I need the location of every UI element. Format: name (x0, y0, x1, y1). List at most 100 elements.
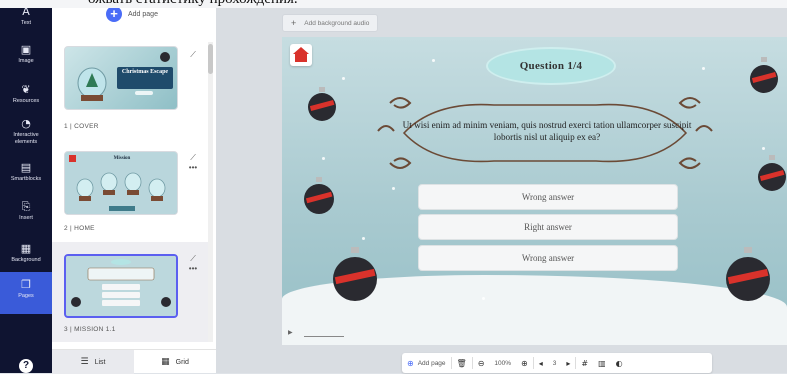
answer-option[interactable]: Wrong answer (418, 184, 678, 210)
cover-thumbnail-art (77, 52, 173, 101)
rail-item-label: Image (18, 58, 34, 64)
interactive-icon: ◔ (21, 117, 31, 130)
ornament-decoration (308, 87, 336, 121)
insert-icon: ⎘ (21, 200, 31, 213)
plus-circle-icon: ⊕ (407, 358, 414, 368)
snowflake (432, 59, 435, 62)
add-page-label: Add page (128, 10, 158, 18)
slide-canvas[interactable]: Question 1/4 Ut wisi enim ad minim venia… (282, 37, 787, 345)
delete-button[interactable]: 🗑 (452, 353, 472, 373)
slide-options[interactable]: ⟋ ••• (186, 153, 200, 173)
rail-item-label: Pages (18, 293, 34, 299)
slide-footer: ▶ (282, 323, 787, 345)
play-icon[interactable]: ▶ (288, 329, 293, 336)
rail-item-resources[interactable]: ❦ Resources (0, 84, 52, 105)
more-options-icon[interactable]: ••• (189, 163, 197, 172)
plus-icon: + (106, 6, 122, 22)
resources-icon: ❦ (21, 83, 31, 96)
snowflake (392, 187, 395, 190)
rail-item-label: Background (11, 257, 41, 263)
slide-label: 3 | MISSION 1.1 (64, 326, 116, 333)
magic-wand-icon[interactable]: ⟋ (190, 153, 196, 162)
rail-item-label: Interactive elements (13, 132, 39, 145)
zoom-out-button[interactable]: ⊖ (473, 353, 490, 373)
audio-button-label: Add background audio (304, 19, 370, 27)
grid-view-button[interactable]: # (576, 353, 593, 373)
plus-icon: + (291, 18, 297, 28)
home-icon-body (295, 54, 307, 62)
rail-item-smartblocks[interactable]: ▤ Smartblocks (0, 162, 52, 183)
zoom-out-icon: ⊖ (477, 358, 485, 368)
hashtag-icon: # (581, 358, 589, 368)
snowflake (762, 147, 765, 150)
add-background-audio-button[interactable]: + Add background audio (282, 14, 379, 32)
slide-thumbnail[interactable] (64, 254, 178, 318)
scroll-thumb[interactable] (208, 44, 213, 74)
rail-item-text[interactable]: A Text (0, 6, 52, 27)
question-title: Question 1/4 (488, 49, 614, 83)
slide-label: 1 | COVER (64, 123, 99, 130)
magic-wand-icon[interactable]: ⟋ (190, 50, 196, 59)
split-view-button[interactable]: ▥ (593, 353, 611, 373)
snowflake (702, 67, 705, 70)
thumbnail-title: Christmas Escape (121, 69, 169, 75)
answer-option[interactable]: Right answer (418, 214, 678, 240)
bottom-toolbar: ⊕ Add page 🗑 ⊖ 100% ⊕ ◂ 3 ▸ # ▥ ◐ (402, 353, 712, 373)
rail-item-interactive-elements[interactable]: ◔ Interactive elements (0, 118, 52, 146)
tab-grid[interactable]: ▦ Grid (134, 350, 216, 374)
previous-page-button[interactable]: ◂ (534, 353, 548, 373)
ornament-decoration (333, 247, 377, 301)
grid-icon: ▦ (161, 357, 170, 367)
thumbnail-title: Mission (113, 156, 131, 161)
ornament-decoration (304, 177, 334, 214)
ornament-decoration (750, 57, 778, 93)
add-page-toolbar-label: Add page (417, 359, 446, 367)
zoom-in-button[interactable]: ⊕ (516, 353, 533, 373)
chevron-right-icon: ▸ (566, 358, 571, 368)
smartblocks-icon: ▤ (20, 161, 32, 174)
rail-item-label: Resources (12, 98, 40, 104)
mission-thumbnail-art (66, 256, 176, 316)
list-icon: ☰ (80, 357, 89, 367)
add-page-toolbar-button[interactable]: ⊕ Add page (402, 353, 451, 373)
palette-icon: ◐ (615, 358, 623, 368)
snowflake (362, 237, 365, 240)
settings-button[interactable]: ◐ (611, 353, 628, 373)
slide-thumbnail[interactable]: Christmas Escape (64, 46, 178, 110)
zoom-level: 100% (494, 359, 512, 367)
snowflake (342, 77, 345, 80)
pages-panel: + Add page Christmas Escape 1 | COVER ⟋ (52, 0, 216, 373)
more-options-icon[interactable]: ••• (189, 264, 197, 273)
columns-icon: ▥ (598, 358, 606, 368)
rail-item-label: Text (20, 20, 32, 26)
snowflake (322, 157, 325, 160)
tab-grid-label: Grid (175, 358, 189, 366)
slide-options[interactable]: ⟋ (186, 50, 200, 60)
slide-label: 2 | HOME (64, 225, 95, 232)
slide-options[interactable]: ⟋ ••• (186, 254, 200, 274)
home-button[interactable] (290, 44, 312, 66)
ornament-decoration (726, 247, 770, 301)
pages-icon: ❐ (21, 278, 31, 291)
rail-item-image[interactable]: ▣ Image (0, 44, 52, 65)
ornament-decoration (758, 155, 786, 191)
help-icon[interactable]: ? (19, 359, 33, 373)
rail-item-pages[interactable]: ❐ Pages (0, 272, 52, 314)
next-page-button[interactable]: ▸ (561, 353, 575, 373)
snowflake (482, 297, 485, 300)
page-number[interactable]: 3 (548, 353, 562, 373)
rail-item-insert[interactable]: ⎘ Insert (0, 201, 52, 222)
answer-option[interactable]: Wrong answer (418, 245, 678, 271)
rail-item-background[interactable]: ▦ Background (0, 243, 52, 264)
background-icon: ▦ (20, 242, 32, 255)
trash-icon: 🗑 (456, 358, 467, 368)
magic-wand-icon[interactable]: ⟋ (190, 254, 196, 263)
view-toggle: ☰ List ▦ Grid (52, 349, 216, 374)
tab-list[interactable]: ☰ List (52, 350, 134, 374)
panel-scrollbar[interactable] (208, 42, 213, 342)
slide-thumbnail[interactable]: Mission (64, 151, 178, 215)
left-rail: A Text ▣ Image ❦ Resources ◔ Interactive… (0, 0, 52, 373)
home-thumbnail-art (65, 152, 177, 214)
question-text: Ut wisi enim ad minim veniam, quis nostr… (402, 120, 692, 142)
timeline-progress[interactable] (304, 336, 344, 337)
